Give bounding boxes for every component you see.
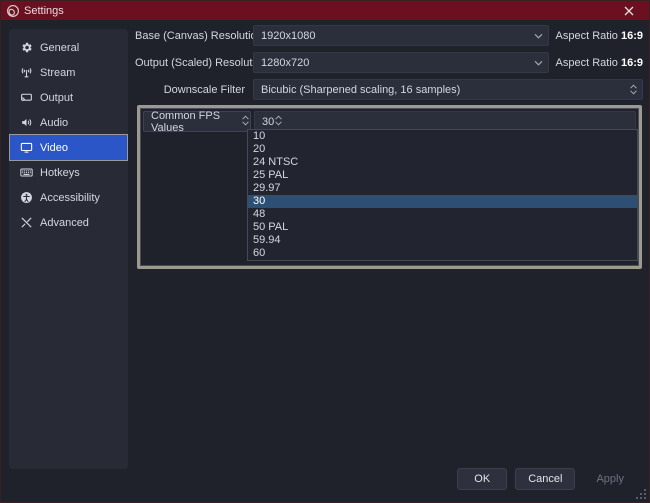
settings-sidebar: General Stream Output Audio Video Hotkey… (9, 29, 128, 469)
accessibility-icon (19, 191, 33, 205)
base-resolution-combo[interactable]: 1920x1080 (253, 25, 549, 46)
title-bar-left: Settings (1, 5, 609, 17)
output-aspect-value: 16:9 (620, 56, 643, 69)
fps-option[interactable]: 29.97 (248, 182, 637, 195)
monitor-icon (19, 141, 33, 155)
gear-icon (19, 41, 33, 55)
title-bar: Settings (1, 1, 649, 20)
base-resolution-row: Base (Canvas) Resolution 1920x1080 Aspec… (135, 25, 643, 46)
screencast-icon (19, 91, 33, 105)
spinner-updown-icon[interactable] (241, 114, 250, 130)
sidebar-item-label: Advanced (40, 216, 89, 229)
tools-icon (19, 216, 33, 230)
fps-option[interactable]: 25 PAL (248, 169, 637, 182)
sidebar-item-general[interactable]: General (10, 35, 127, 60)
fps-mode-combo[interactable]: Common FPS Values (143, 109, 251, 134)
sidebar-item-video[interactable]: Video (9, 134, 128, 161)
output-resolution-label: Output (Scaled) Resolution (135, 56, 268, 69)
sidebar-item-label: Accessibility (40, 191, 100, 204)
speaker-icon (19, 116, 33, 130)
sidebar-item-label: Output (40, 91, 74, 104)
base-aspect-ratio: Aspect Ratio 16:9 (549, 30, 643, 42)
downscale-filter-row: Downscale Filter Bicubic (Sharpened scal… (135, 79, 643, 100)
output-resolution-value: 1280x720 (261, 56, 310, 69)
sidebar-item-label: Audio (40, 116, 69, 129)
fps-dropdown-list[interactable]: 10 20 24 NTSC 25 PAL 29.97 30 48 50 PAL … (247, 129, 638, 261)
keyboard-icon (19, 166, 33, 180)
sidebar-item-stream[interactable]: Stream (10, 60, 127, 85)
cancel-button[interactable]: Cancel (515, 468, 576, 490)
fps-option[interactable]: 50 PAL (248, 221, 637, 234)
sidebar-item-label: General (40, 41, 80, 54)
output-resolution-row: Output (Scaled) Resolution 1280x720 Aspe… (135, 52, 643, 73)
chevron-down-icon[interactable] (530, 26, 548, 45)
broadcast-icon (19, 66, 33, 80)
obs-logo-icon (7, 4, 19, 17)
video-settings-form: Base (Canvas) Resolution 1920x1080 Aspec… (135, 25, 643, 106)
output-aspect-ratio: Aspect Ratio 16:9 (549, 57, 643, 69)
window-title: Settings (24, 4, 64, 17)
sidebar-item-label: Hotkeys (40, 166, 80, 179)
fps-option-selected[interactable]: 30 (248, 195, 637, 208)
output-aspect-prefix: Aspect Ratio (555, 56, 621, 69)
base-resolution-label: Base (Canvas) Resolution (135, 29, 263, 42)
sidebar-item-label: Stream (40, 66, 76, 79)
base-aspect-value: 16:9 (620, 29, 643, 42)
fps-value: 30 (262, 115, 275, 128)
downscale-filter-value: Bicubic (Sharpened scaling, 16 samples) (261, 83, 461, 96)
close-icon[interactable] (609, 1, 649, 20)
chevron-down-icon[interactable] (530, 53, 548, 72)
dialog-buttons: OK Cancel Apply (457, 468, 637, 490)
base-aspect-prefix: Aspect Ratio (555, 29, 621, 42)
apply-button[interactable]: Apply (583, 468, 637, 490)
base-resolution-value: 1920x1080 (261, 29, 316, 42)
output-resolution-combo[interactable]: 1280x720 (253, 52, 549, 73)
downscale-filter-label: Downscale Filter (163, 83, 245, 96)
spinner-updown-icon[interactable] (624, 80, 642, 99)
sidebar-item-advanced[interactable]: Advanced (10, 210, 127, 235)
fps-mode-label: Common FPS Values (151, 109, 221, 134)
settings-window: Settings General Stream Output Audio Vid… (0, 0, 650, 503)
ok-button[interactable]: OK (457, 468, 508, 490)
resize-grip[interactable] (635, 488, 646, 499)
fps-option[interactable]: 48 (248, 208, 637, 221)
sidebar-item-audio[interactable]: Audio (10, 110, 127, 135)
sidebar-item-accessibility[interactable]: Accessibility (10, 185, 127, 210)
fps-option[interactable]: 10 (248, 130, 637, 143)
fps-option[interactable]: 60 (248, 247, 637, 260)
fps-option[interactable]: 59.94 (248, 234, 637, 247)
spinner-updown-icon[interactable] (274, 114, 283, 130)
fps-option[interactable]: 20 (248, 143, 637, 156)
fps-option[interactable]: 24 NTSC (248, 156, 637, 169)
sidebar-item-output[interactable]: Output (10, 85, 127, 110)
downscale-filter-combo[interactable]: Bicubic (Sharpened scaling, 16 samples) (253, 79, 643, 100)
sidebar-item-label: Video (40, 141, 68, 154)
sidebar-item-hotkeys[interactable]: Hotkeys (10, 160, 127, 185)
